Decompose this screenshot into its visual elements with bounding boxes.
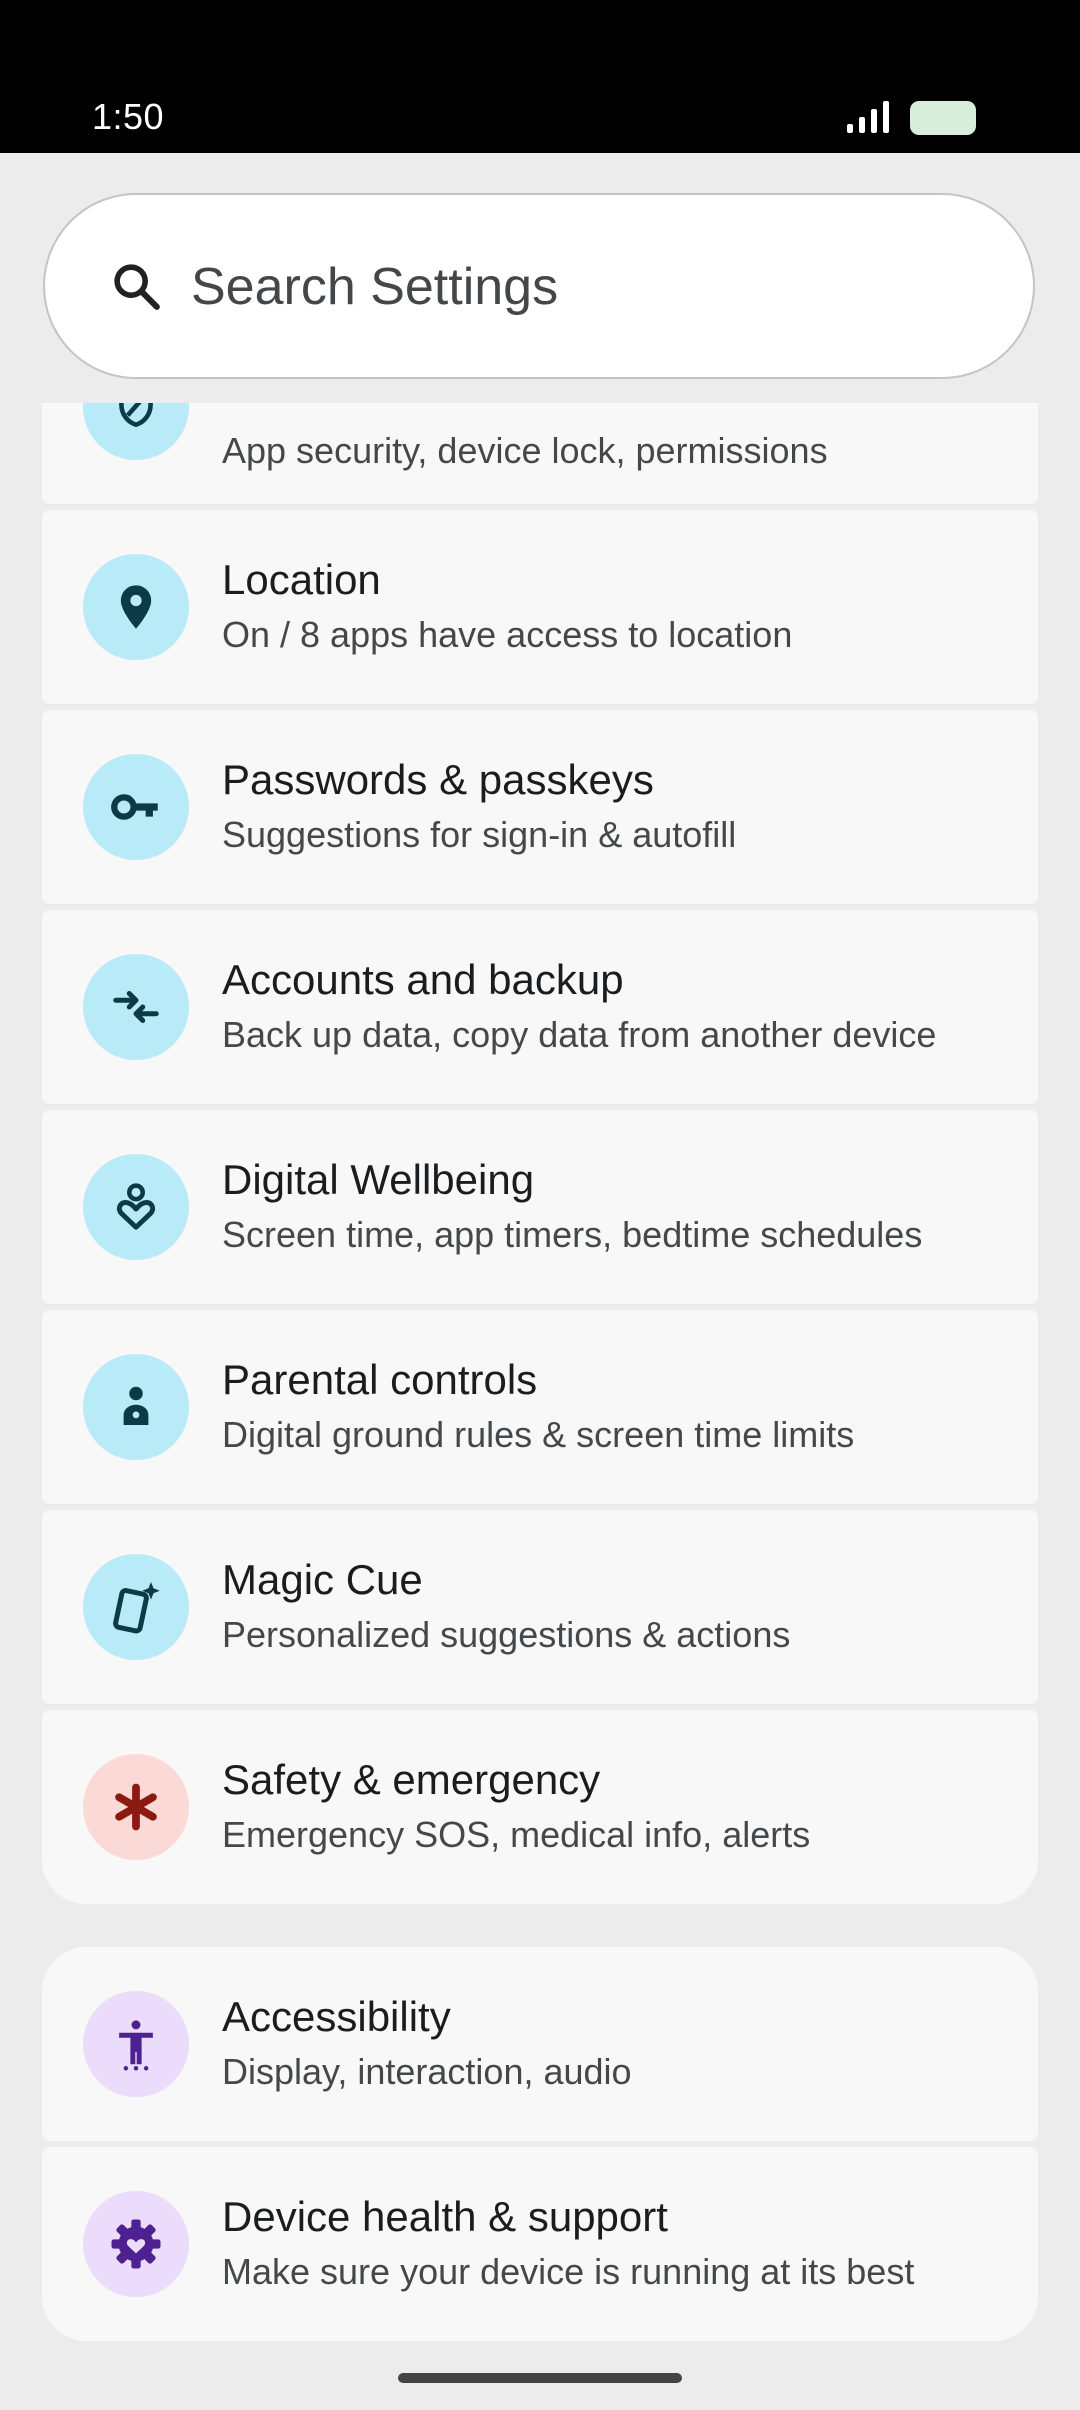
item-subtitle: Screen time, app timers, bedtime schedul… [222,1214,923,1255]
shield-icon [83,403,189,460]
item-subtitle: Display, interaction, audio [222,2051,632,2092]
item-title: Accessibility [222,1993,451,2040]
settings-item-security[interactable]: App security, device lock, permissions [42,403,1038,504]
settings-item-passwords[interactable]: Passwords & passkeys Suggestions for sig… [42,710,1038,904]
item-subtitle: Personalized suggestions & actions [222,1614,791,1655]
item-subtitle: Digital ground rules & screen time limit… [222,1414,855,1455]
gear-heart-icon [83,2191,189,2297]
location-pin-icon [83,554,189,660]
item-subtitle: Emergency SOS, medical info, alerts [222,1814,811,1855]
status-bar: 1:50 [0,0,1080,153]
item-subtitle: Make sure your device is running at its … [222,2251,915,2292]
search-icon [114,264,160,310]
item-subtitle: Suggestions for sign-in & autofill [222,814,737,855]
accessibility-icon [83,1991,189,2097]
item-title: Parental controls [222,1356,538,1403]
item-subtitle: On / 8 apps have access to location [222,614,793,655]
home-indicator[interactable] [398,2373,682,2383]
item-subtitle: App security, device lock, permissions [222,430,828,471]
battery-icon [910,101,976,135]
settings-item-accessibility[interactable]: Accessibility Display, interaction, audi… [42,1947,1038,2141]
child-icon [83,1354,189,1460]
key-icon [83,754,189,860]
item-title: Accounts and backup [222,956,624,1003]
search-placeholder: Search Settings [191,258,559,316]
status-time: 1:50 [92,96,165,137]
item-title: Passwords & passkeys [222,756,654,803]
settings-item-parental-controls[interactable]: Parental controls Digital ground rules &… [42,1310,1038,1504]
settings-item-safety-emergency[interactable]: Safety & emergency Emergency SOS, medica… [42,1710,1038,1904]
settings-item-location[interactable]: Location On / 8 apps have access to loca… [42,510,1038,704]
wellbeing-heart-icon [83,1154,189,1260]
phone-sparkle-icon [83,1554,189,1660]
settings-item-digital-wellbeing[interactable]: Digital Wellbeing Screen time, app timer… [42,1110,1038,1304]
signal-icon [847,101,889,133]
settings-item-device-health[interactable]: Device health & support Make sure your d… [42,2147,1038,2341]
asterisk-icon [83,1754,189,1860]
sync-arrows-icon [83,954,189,1060]
item-title: Device health & support [222,2193,668,2240]
settings-list: App security, device lock, permissions L… [0,403,1080,2368]
settings-item-magic-cue[interactable]: Magic Cue Personalized suggestions & act… [42,1510,1038,1704]
settings-item-accounts[interactable]: Accounts and backup Back up data, copy d… [42,910,1038,1104]
item-title: Location [222,556,381,603]
item-title: Digital Wellbeing [222,1156,535,1203]
item-title: Magic Cue [222,1556,423,1603]
item-title: Safety & emergency [222,1756,601,1803]
search-bar[interactable]: Search Settings [43,193,1035,379]
item-subtitle: Back up data, copy data from another dev… [222,1014,937,1055]
